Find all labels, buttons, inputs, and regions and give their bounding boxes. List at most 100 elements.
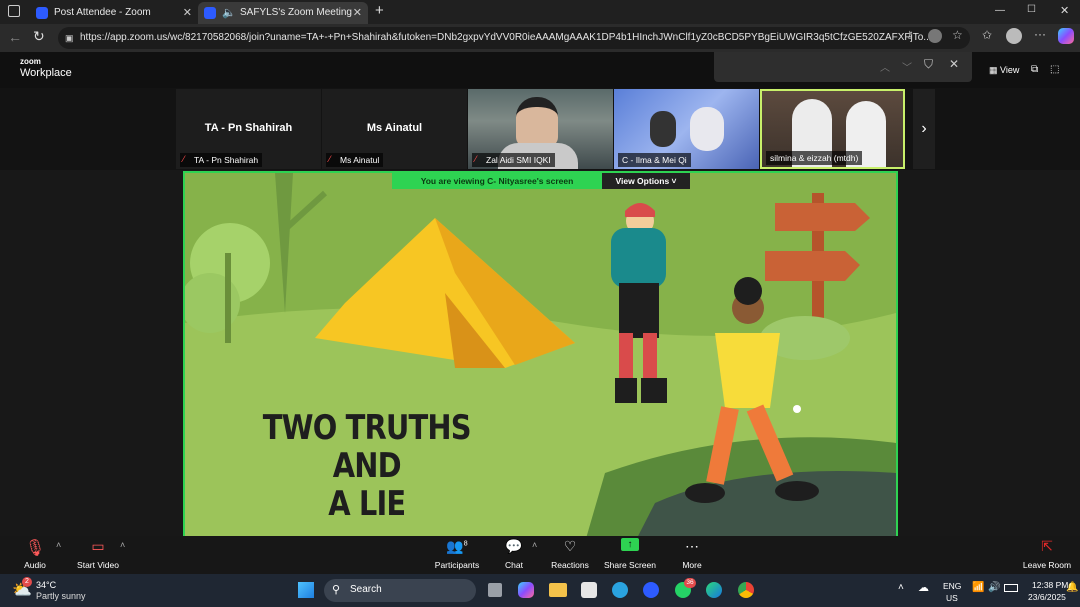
battery-icon[interactable] <box>1004 584 1018 592</box>
grid-view-icon[interactable]: ▦ <box>989 65 998 76</box>
search-icon: ⚲ <box>332 584 341 596</box>
participant-video-tile[interactable]: C - Ilma & Mei Qi <box>614 89 759 169</box>
file-explorer-icon[interactable] <box>549 583 567 597</box>
participant-video-figure <box>690 107 724 151</box>
tab-title: SAFYLS's Zoom Meeting <box>240 7 352 18</box>
new-tab-button[interactable]: + <box>375 2 384 19</box>
minimize-button[interactable]: — <box>995 5 1005 16</box>
participant-big-name: Ms Ainatul <box>366 122 423 134</box>
zoom-header: zoom Workplace ︿ ﹀ ⛉ ✕ ▦ View ⧉ ⬚ <box>0 52 1080 88</box>
start-video-button[interactable]: ▭ Start Video <box>74 538 122 570</box>
participants-button[interactable]: 👥8 Participants <box>432 538 482 570</box>
zoom-favicon-icon <box>204 7 216 19</box>
back-icon[interactable]: ← <box>8 29 22 45</box>
more-button[interactable]: ⋯ More <box>678 538 706 570</box>
participant-label: ⁄ Zal Aidi SMI IQKI <box>472 153 555 167</box>
share-screen-icon: ↑ <box>604 538 656 558</box>
maximize-button[interactable]: ☐ <box>1027 4 1036 15</box>
address-bar-row: ← ↻ ▣ https://app.zoom.us/wc/82170582068… <box>0 24 1080 52</box>
slide-title: TWO TRUTHS AND A LIE <box>235 409 499 523</box>
logo-top: zoom <box>20 57 41 66</box>
chevron-up-icon[interactable]: ︿ <box>880 59 890 74</box>
cloud-sync-icon[interactable]: ☁ <box>918 581 929 594</box>
chevron-down-icon[interactable]: ﹀ <box>902 59 912 74</box>
participant-video-tile[interactable]: ⁄ Zal Aidi SMI IQKI <box>468 89 613 169</box>
copilot-icon[interactable] <box>1058 28 1074 44</box>
leave-room-button[interactable]: ⇱ Leave Room <box>1022 538 1072 570</box>
chat-button[interactable]: 💬 Chat <box>498 538 530 570</box>
speaker-icon[interactable]: 🔈 <box>222 2 236 24</box>
tray-chevron-icon[interactable]: ˄ <box>898 582 904 593</box>
close-tab-icon[interactable]: ✕ <box>183 2 192 24</box>
chevron-up-icon[interactable]: ˄ <box>120 540 125 550</box>
url-input[interactable]: ▣ https://app.zoom.us/wc/82170582068/joi… <box>58 27 970 49</box>
slide-title-line1: TWO TRUTHS AND <box>262 408 472 486</box>
pip-icon[interactable]: ⧉ <box>1031 64 1038 75</box>
mic-muted-icon: ⁄ <box>329 154 331 164</box>
close-tab-icon[interactable]: ✕ <box>353 2 362 24</box>
participant-video-figure <box>650 111 676 147</box>
view-options-button[interactable]: View Options ˅ <box>602 173 690 189</box>
telegram-icon[interactable] <box>612 582 628 598</box>
tab-title: Post Attendee - Zoom <box>54 7 151 18</box>
volume-icon[interactable]: 🔊 <box>988 582 1000 593</box>
filter-icon[interactable]: ⛉ <box>924 57 933 72</box>
weather-badge: 2 <box>22 577 32 587</box>
next-page-button[interactable]: › <box>913 89 935 169</box>
chat-icon: 💬 <box>505 538 523 554</box>
participant-label: C - Ilma & Mei Qi <box>618 153 691 167</box>
store-icon[interactable] <box>581 582 597 598</box>
extension-icon[interactable] <box>928 29 942 43</box>
chevron-up-icon[interactable]: ˄ <box>532 540 537 550</box>
close-icon[interactable]: ✕ <box>949 57 959 71</box>
browser-tab-bar: Post Attendee - Zoom ✕ 🔈 SAFYLS's Zoom M… <box>0 0 1080 24</box>
chevron-up-icon[interactable]: ˄ <box>56 540 61 550</box>
logo-bottom: Workplace <box>20 67 72 79</box>
participant-label: silmina & eizzah (mtdh) <box>766 151 863 165</box>
fullscreen-icon[interactable]: ⬚ <box>1050 64 1059 75</box>
more-menu-icon[interactable]: ··· <box>1034 27 1046 41</box>
search-participants-bar[interactable]: ︿ ﹀ ⛉ ✕ <box>714 52 972 82</box>
reactions-button[interactable]: ♡ Reactions <box>550 538 590 570</box>
start-icon[interactable] <box>298 582 314 598</box>
participant-big-name: TA - Pn Shahirah <box>204 122 293 134</box>
tab-post-attendee[interactable]: Post Attendee - Zoom ✕ <box>30 2 198 24</box>
reload-icon[interactable]: ↻ <box>33 28 45 45</box>
audio-button[interactable]: 🎙 Audio <box>18 538 52 570</box>
search-placeholder: Search <box>350 584 382 595</box>
tab-zoom-meeting[interactable]: 🔈 SAFYLS's Zoom Meeting ✕ <box>198 2 368 24</box>
wifi-icon[interactable]: 📶 <box>972 582 984 593</box>
tab-actions-icon[interactable] <box>8 5 20 17</box>
clock-date[interactable]: 23/6/2025 <box>1028 592 1066 602</box>
participant-tile[interactable]: TA - Pn Shahirah ⁄ TA - Pn Shahirah <box>176 89 321 169</box>
weather-temp: 34°C <box>36 580 57 590</box>
profile-avatar[interactable] <box>1006 28 1022 44</box>
participant-tile[interactable]: Ms Ainatul ⁄ Ms Ainatul <box>322 89 467 169</box>
view-button[interactable]: View <box>1000 65 1019 75</box>
mic-muted-icon: ⁄ <box>183 154 185 164</box>
clock-time[interactable]: 12:38 PM <box>1032 580 1068 590</box>
search-box[interactable]: ⚲ Search <box>324 579 476 602</box>
participant-video-tile[interactable]: silmina & eizzah (mtdh) <box>760 89 905 169</box>
zoom-logo: zoom Workplace <box>20 58 72 80</box>
participants-count: 8 <box>463 540 468 548</box>
favorites-icon[interactable]: ✩ <box>982 28 992 42</box>
edge-icon[interactable] <box>706 582 722 598</box>
site-info-icon[interactable]: ▣ <box>65 27 74 49</box>
notifications-icon[interactable]: 🔔 <box>1066 582 1078 593</box>
url-text: https://app.zoom.us/wc/82170582068/join?… <box>80 32 932 43</box>
lang-region[interactable]: US <box>946 593 958 603</box>
share-screen-button[interactable]: ↑ Share Screen <box>604 538 656 570</box>
close-window-button[interactable]: ✕ <box>1060 4 1069 17</box>
weather-widget[interactable]: ⛅ 2 34°C Partly sunny <box>12 577 102 602</box>
leave-icon: ⇱ <box>1041 538 1053 554</box>
copilot-taskbar-icon[interactable] <box>518 582 534 598</box>
participant-label: ⁄ Ms Ainatul <box>326 153 384 167</box>
favorite-star-icon[interactable]: ☆ <box>952 28 963 42</box>
chrome-icon[interactable] <box>738 582 754 598</box>
key-icon[interactable]: ⚷ <box>906 30 913 41</box>
task-view-icon[interactable] <box>488 583 502 597</box>
lang-code[interactable]: ENG <box>943 581 961 591</box>
participant-video-figure <box>516 97 558 147</box>
zoom-taskbar-icon[interactable] <box>643 582 659 598</box>
